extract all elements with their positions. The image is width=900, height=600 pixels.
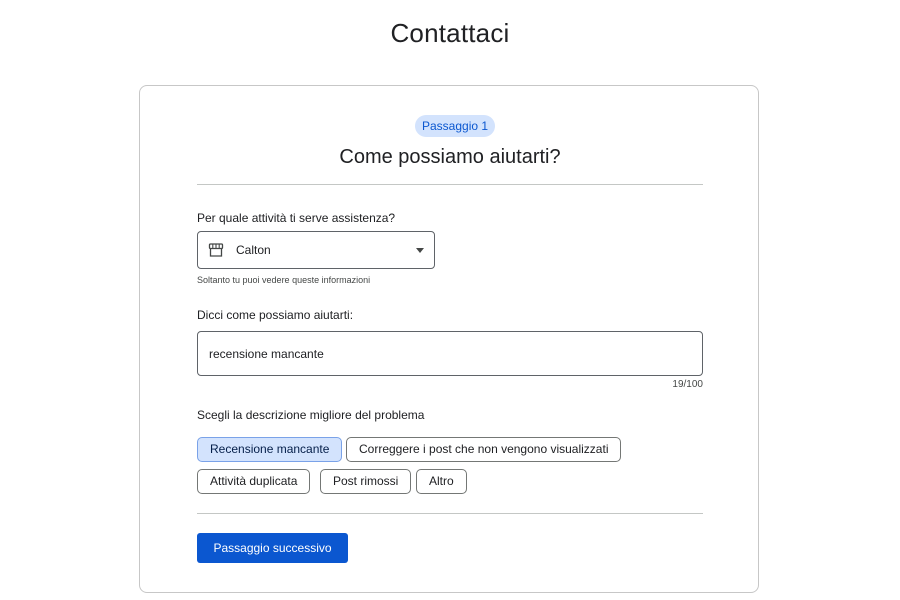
store-icon [208,243,224,257]
help-description-input[interactable] [197,331,703,376]
problem-chip-attivita-duplicata[interactable]: Attività duplicata [197,469,311,494]
help-question-label: Dicci come possiamo aiutarti: [197,308,354,322]
top-divider [197,184,703,185]
contact-form-card: Passaggio 1 Come possiamo aiutarti? Per … [139,85,759,593]
step-badge: Passaggio 1 [415,115,496,137]
problem-chip-correggere-post[interactable]: Correggere i post che non vengono visual… [346,437,622,462]
business-helper-text: Soltanto tu puoi vedere queste informazi… [197,275,371,285]
chevron-down-icon [416,248,424,253]
business-select[interactable]: Calton [197,231,435,269]
problem-question-label: Scegli la descrizione migliore del probl… [197,408,425,422]
problem-chip-recensione-mancante[interactable]: Recensione mancante [197,437,343,462]
character-counter: 19/100 [672,379,703,390]
form-heading: Come possiamo aiutarti? [339,146,561,168]
problem-chip-post-rimossi[interactable]: Post rimossi [320,469,412,494]
contact-page: Contattaci Passaggio 1 Come possiamo aiu… [0,0,900,600]
next-step-button[interactable]: Passaggio successivo [197,533,348,563]
bottom-divider [197,513,703,514]
page-title: Contattaci [390,18,510,48]
problem-chip-altro[interactable]: Altro [416,469,467,494]
business-question-label: Per quale attività ti serve assistenza? [197,211,396,225]
business-select-value: Calton [236,243,271,257]
